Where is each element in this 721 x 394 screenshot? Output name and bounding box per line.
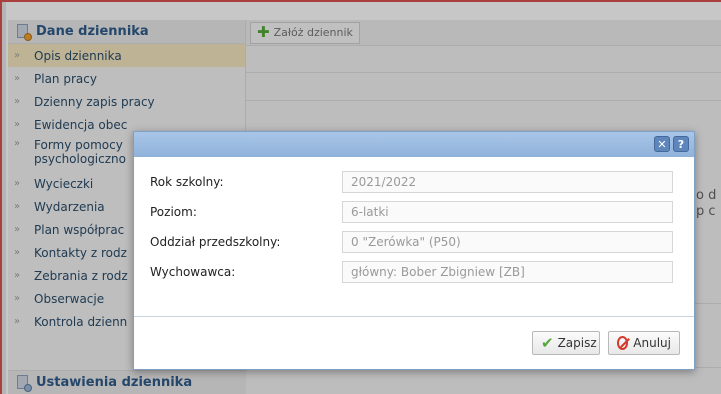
save-label: Zapisz — [557, 336, 597, 350]
field-label: Oddział przedszkolny: — [150, 235, 281, 249]
level-field[interactable]: 6-latki — [342, 201, 673, 223]
journal-details-dialog: ✕ ? Rok szkolny: 2021/2022 Poziom: 6-lat… — [133, 131, 695, 370]
field-label: Wychowawca: — [150, 265, 236, 279]
preschool-class-field[interactable]: 0 "Zerówka" (P50) — [342, 231, 673, 253]
cancel-icon — [617, 336, 629, 350]
field-label: Rok szkolny: — [150, 175, 224, 189]
cancel-button[interactable]: Anuluj — [608, 331, 680, 355]
school-year-field[interactable]: 2021/2022 — [342, 171, 673, 193]
close-icon[interactable]: ✕ — [654, 136, 670, 152]
field-label: Poziom: — [150, 205, 197, 219]
field-row-level: Poziom: 6-latki — [150, 201, 682, 223]
dialog-titlebar: ✕ ? — [134, 132, 694, 157]
tutor-field[interactable]: główny: Bober Zbigniew [ZB] — [342, 261, 673, 283]
help-icon[interactable]: ? — [673, 136, 689, 152]
field-row-school-year: Rok szkolny: 2021/2022 — [150, 171, 682, 193]
save-button[interactable]: ✔ Zapisz — [532, 331, 600, 355]
cancel-label: Anuluj — [633, 336, 671, 350]
dialog-footer: ✔ Zapisz Anuluj — [134, 317, 694, 369]
field-row-tutor: Wychowawca: główny: Bober Zbigniew [ZB] — [150, 261, 682, 283]
dialog-body: Rok szkolny: 2021/2022 Poziom: 6-latki O… — [134, 157, 694, 317]
check-icon: ✔ — [541, 333, 554, 352]
field-row-class: Oddział przedszkolny: 0 "Zerówka" (P50) — [150, 231, 682, 253]
